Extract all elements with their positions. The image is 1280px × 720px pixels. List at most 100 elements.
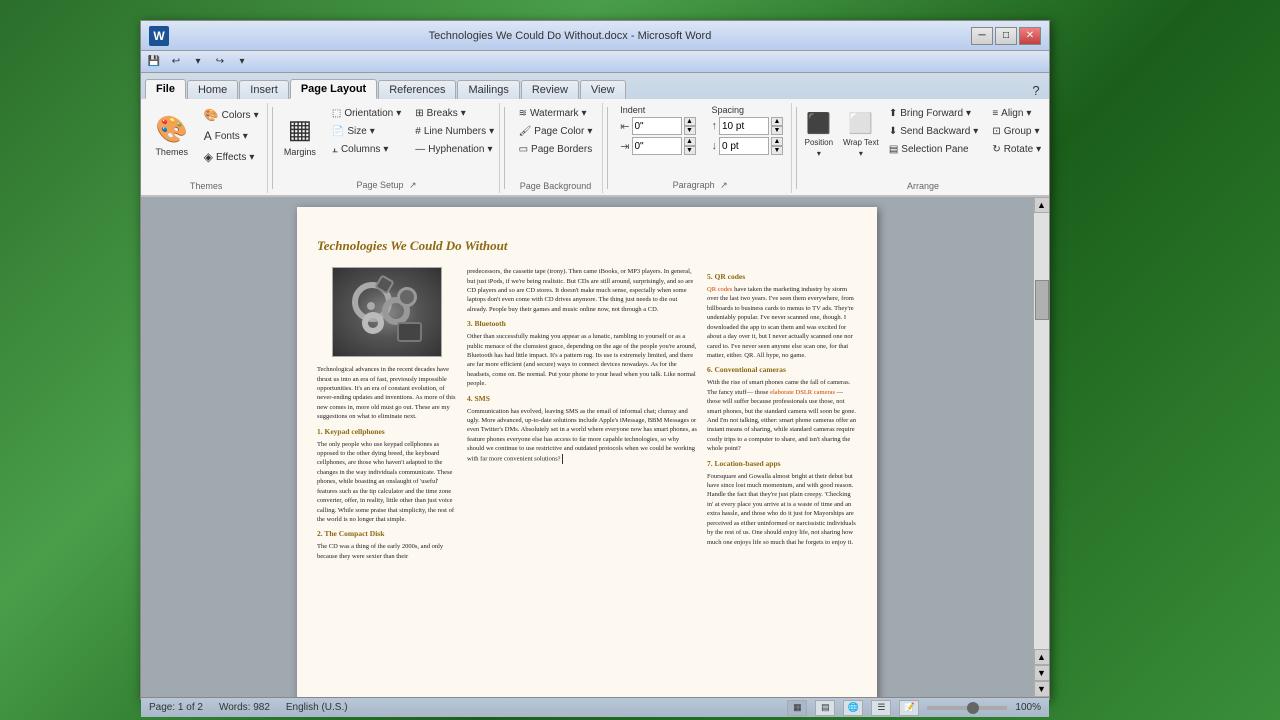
- tab-page-layout[interactable]: Page Layout: [290, 79, 377, 99]
- margins-button[interactable]: ▦ Margins: [277, 105, 323, 165]
- colors-label: Colors: [222, 110, 251, 121]
- scroll-up-button[interactable]: ▲: [1034, 197, 1050, 213]
- spacing-before-down[interactable]: ▼: [771, 126, 783, 135]
- paragraph-expand[interactable]: ↗: [717, 178, 731, 192]
- tab-home[interactable]: Home: [187, 80, 238, 99]
- scroll-thumb[interactable]: [1035, 280, 1049, 320]
- columns-button[interactable]: ⫠ Columns ▾: [327, 141, 406, 158]
- selection-pane-label: Selection Pane: [901, 144, 968, 155]
- orientation-icon: ⬚: [332, 108, 341, 119]
- section4-body: Communication has evolved, leaving SMS a…: [467, 407, 697, 464]
- page-background-content: ≋ Watermark ▾ 🖌 Page Color ▾ ▭ Page Bord…: [514, 105, 598, 179]
- position-label: Position: [805, 138, 833, 147]
- themes-label: Themes: [155, 147, 188, 157]
- group-button[interactable]: ⊡ Group ▾: [987, 123, 1046, 140]
- paragraph-label: Paragraph ↗: [673, 180, 731, 191]
- hyphenation-icon: —: [415, 144, 425, 155]
- web-layout-button[interactable]: 🌐: [843, 700, 863, 716]
- themes-button[interactable]: 🎨 Themes: [149, 105, 195, 165]
- vertical-scrollbar: ▲ ▲ ▼ ▼: [1033, 197, 1049, 697]
- page-setup-expand[interactable]: ↗: [406, 178, 420, 192]
- ribbon-content: 🎨 Themes 🎨 Colors ▾ A Fonts ▾: [141, 99, 1049, 195]
- minimize-button[interactable]: ─: [971, 27, 993, 45]
- close-button[interactable]: ✕: [1019, 27, 1041, 45]
- zoom-thumb[interactable]: [967, 702, 979, 714]
- page-borders-button[interactable]: ▭ Page Borders: [514, 141, 598, 158]
- watermark-label: Watermark: [530, 108, 579, 119]
- spacing-before-up[interactable]: ▲: [771, 117, 783, 126]
- line-numbers-button[interactable]: # Line Numbers ▾: [410, 123, 499, 140]
- undo-arrow[interactable]: ▾: [189, 53, 207, 71]
- indent-left-down[interactable]: ▼: [684, 126, 696, 135]
- indent-right-up[interactable]: ▲: [684, 137, 696, 146]
- align-button[interactable]: ≡ Align ▾: [987, 105, 1046, 122]
- redo-button[interactable]: ↪: [211, 53, 229, 71]
- spacing-label: Spacing: [712, 105, 784, 115]
- page-color-button[interactable]: 🖌 Page Color ▾: [514, 123, 598, 140]
- watermark-icon: ≋: [519, 108, 527, 119]
- gear4: [397, 287, 417, 307]
- colors-button[interactable]: 🎨 Colors ▾: [199, 105, 264, 125]
- size-button[interactable]: 📄 Size ▾: [327, 123, 406, 140]
- effects-button[interactable]: ◈ Effects ▾: [199, 147, 264, 167]
- save-button[interactable]: 💾: [145, 53, 163, 71]
- print-layout-button[interactable]: ▦: [787, 700, 807, 716]
- scroll-page-up-button[interactable]: ▲: [1034, 649, 1050, 665]
- undo-button[interactable]: ↩: [167, 53, 185, 71]
- page-color-arrow: ▾: [587, 126, 592, 137]
- wrap-text-button[interactable]: ⬜ Wrap Text ▾: [842, 105, 880, 163]
- indent-left-input[interactable]: [632, 117, 682, 135]
- spacing-before-input[interactable]: [719, 117, 769, 135]
- spacing-after-down[interactable]: ▼: [771, 146, 783, 155]
- hyphenation-button[interactable]: — Hyphenation ▾: [410, 141, 499, 158]
- breaks-arrow: ▾: [461, 108, 466, 119]
- fonts-icon: A: [204, 129, 212, 143]
- indent-right-input[interactable]: [632, 137, 682, 155]
- tab-review[interactable]: Review: [521, 80, 579, 99]
- indent-right-down[interactable]: ▼: [684, 146, 696, 155]
- zoom-slider[interactable]: [927, 706, 1007, 710]
- indent-left-up[interactable]: ▲: [684, 117, 696, 126]
- paragraph-content: Indent ⇤ ▲ ▼ ⇥: [620, 105, 783, 178]
- spacing-after-input[interactable]: [719, 137, 769, 155]
- breaks-button[interactable]: ⊞ Breaks ▾: [410, 105, 499, 122]
- tab-view[interactable]: View: [580, 80, 626, 99]
- doc-intro: Technological advances in the recent dec…: [317, 365, 457, 561]
- spacing-before-spinner: ▲ ▼: [771, 117, 783, 135]
- wrap-text-label: Wrap Text: [843, 138, 879, 147]
- tab-insert[interactable]: Insert: [239, 80, 289, 99]
- tab-references[interactable]: References: [378, 80, 456, 99]
- bring-forward-arrow: ▾: [966, 108, 971, 119]
- column-1: Technological advances in the recent dec…: [317, 267, 457, 697]
- gear3: [362, 312, 384, 334]
- indent-right-row: ⇥ ▲ ▼: [620, 137, 695, 155]
- scroll-down-button[interactable]: ▼: [1034, 681, 1050, 697]
- tab-mailings[interactable]: Mailings: [457, 80, 519, 99]
- fonts-button[interactable]: A Fonts ▾: [199, 126, 264, 146]
- customize-qat-button[interactable]: ▾: [233, 53, 251, 71]
- send-backward-arrow: ▾: [973, 126, 978, 137]
- restore-button[interactable]: □: [995, 27, 1017, 45]
- spacing-before-icon: ↑: [712, 120, 718, 132]
- fonts-arrow: ▾: [243, 131, 248, 142]
- orientation-button[interactable]: ⬚ Orientation ▾: [327, 105, 406, 122]
- send-backward-button[interactable]: ⬇ Send Backward ▾: [884, 123, 983, 140]
- document-page[interactable]: Technologies We Could Do Without: [297, 207, 877, 697]
- spacing-after-up[interactable]: ▲: [771, 137, 783, 146]
- watermark-button[interactable]: ≋ Watermark ▾: [514, 105, 598, 122]
- help-button[interactable]: ?: [1027, 81, 1045, 99]
- status-bar: Page: 1 of 2 Words: 982 English (U.S.) ▦…: [141, 697, 1049, 717]
- outline-button[interactable]: ☰: [871, 700, 891, 716]
- breaks-icon: ⊞: [415, 108, 423, 119]
- full-reading-button[interactable]: ▤: [815, 700, 835, 716]
- selection-pane-button[interactable]: ▤ Selection Pane: [884, 141, 983, 158]
- scroll-page-down-button[interactable]: ▼: [1034, 665, 1050, 681]
- rotate-button[interactable]: ↻ Rotate ▾: [987, 141, 1046, 158]
- tab-file[interactable]: File: [145, 79, 186, 99]
- section1-heading: 1. Keypad cellphones: [317, 427, 457, 438]
- draft-button[interactable]: 📝: [899, 700, 919, 716]
- intro-text: Technological advances in the recent dec…: [317, 365, 457, 422]
- indent-right-icon: ⇥: [620, 140, 629, 153]
- position-button[interactable]: ⬛ Position ▾: [800, 105, 838, 163]
- bring-forward-button[interactable]: ⬆ Bring Forward ▾: [884, 105, 983, 122]
